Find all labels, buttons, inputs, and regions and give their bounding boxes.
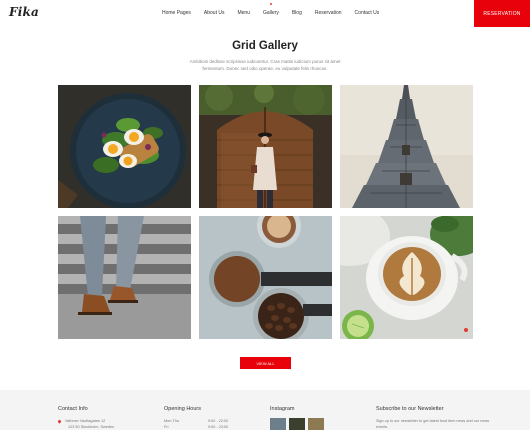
instagram-thumb[interactable] — [270, 418, 286, 430]
footer-address-line: 123 50 Stockholm, Sweden — [68, 425, 115, 429]
nav-about-us[interactable]: About Us — [204, 10, 225, 16]
temple-tower-image — [340, 85, 473, 208]
gallery-grid — [58, 85, 473, 339]
footer-hours-heading: Opening Hours — [164, 406, 201, 412]
instagram-thumbnails — [270, 418, 324, 430]
latte-art-image — [340, 216, 473, 339]
site-logo[interactable]: Fika — [9, 5, 39, 19]
gallery-image-shoes[interactable] — [58, 216, 191, 339]
nav-reservation[interactable]: Reservation — [315, 10, 342, 16]
gallery-image-latte[interactable] — [340, 216, 473, 339]
shoes-on-stairs-image — [58, 216, 191, 339]
nav-home-pages[interactable]: Home Pages — [162, 10, 191, 16]
site-footer: Contact Info Valhmer Vaultagatan 12 123 … — [0, 390, 530, 430]
gallery-image-coffee-grounds[interactable] — [199, 216, 332, 339]
woman-at-door-image — [199, 85, 332, 208]
footer-newsletter: Subscribe to our Newsletter Sign up to o… — [376, 406, 496, 430]
footer-instagram: Instagram — [270, 406, 324, 430]
coffee-grounds-image — [199, 216, 332, 339]
nav-blog[interactable]: Blog — [292, 10, 302, 16]
hours-row: Fri 9:00 - 23:00 — [164, 425, 229, 429]
site-header: Fika Home Pages About Us Menu Gallery Bl… — [0, 0, 530, 27]
footer-newsletter-heading: Subscribe to our Newsletter — [376, 406, 444, 412]
footer-contact-heading: Contact Info — [58, 406, 88, 412]
nav-contact-us[interactable]: Contact Us — [355, 10, 380, 16]
footer-contact: Contact Info Valhmer Vaultagatan 12 123 … — [57, 406, 115, 430]
view-all-button[interactable]: VIEW ALL — [240, 357, 291, 369]
salad-plate-image — [58, 85, 191, 208]
instagram-thumb[interactable] — [308, 418, 324, 430]
instagram-thumb[interactable] — [289, 418, 305, 430]
gallery-image-salad[interactable] — [58, 85, 191, 208]
nav-gallery[interactable]: Gallery — [263, 10, 279, 16]
footer-newsletter-text: Sign up to our newsletter to get latest … — [376, 419, 490, 429]
page-title: Grid Gallery — [232, 40, 298, 52]
nav-menu[interactable]: Menu — [237, 10, 250, 16]
reservation-button[interactable]: RESERVATION — [474, 0, 530, 27]
map-pin-icon — [57, 418, 62, 424]
footer-hours: Opening Hours Mon-Thu 9:00 - 22:00 Fri 9:0… — [164, 406, 228, 430]
gallery-image-temple[interactable] — [340, 85, 473, 208]
gallery-image-woman-door[interactable] — [199, 85, 332, 208]
footer-instagram-heading: Instagram — [270, 406, 295, 412]
page-subtitle: Ambitioni dedisse scripsisse iudicaretur… — [189, 59, 341, 71]
main-nav: Home Pages About Us Menu Gallery Blog Re… — [162, 10, 392, 16]
